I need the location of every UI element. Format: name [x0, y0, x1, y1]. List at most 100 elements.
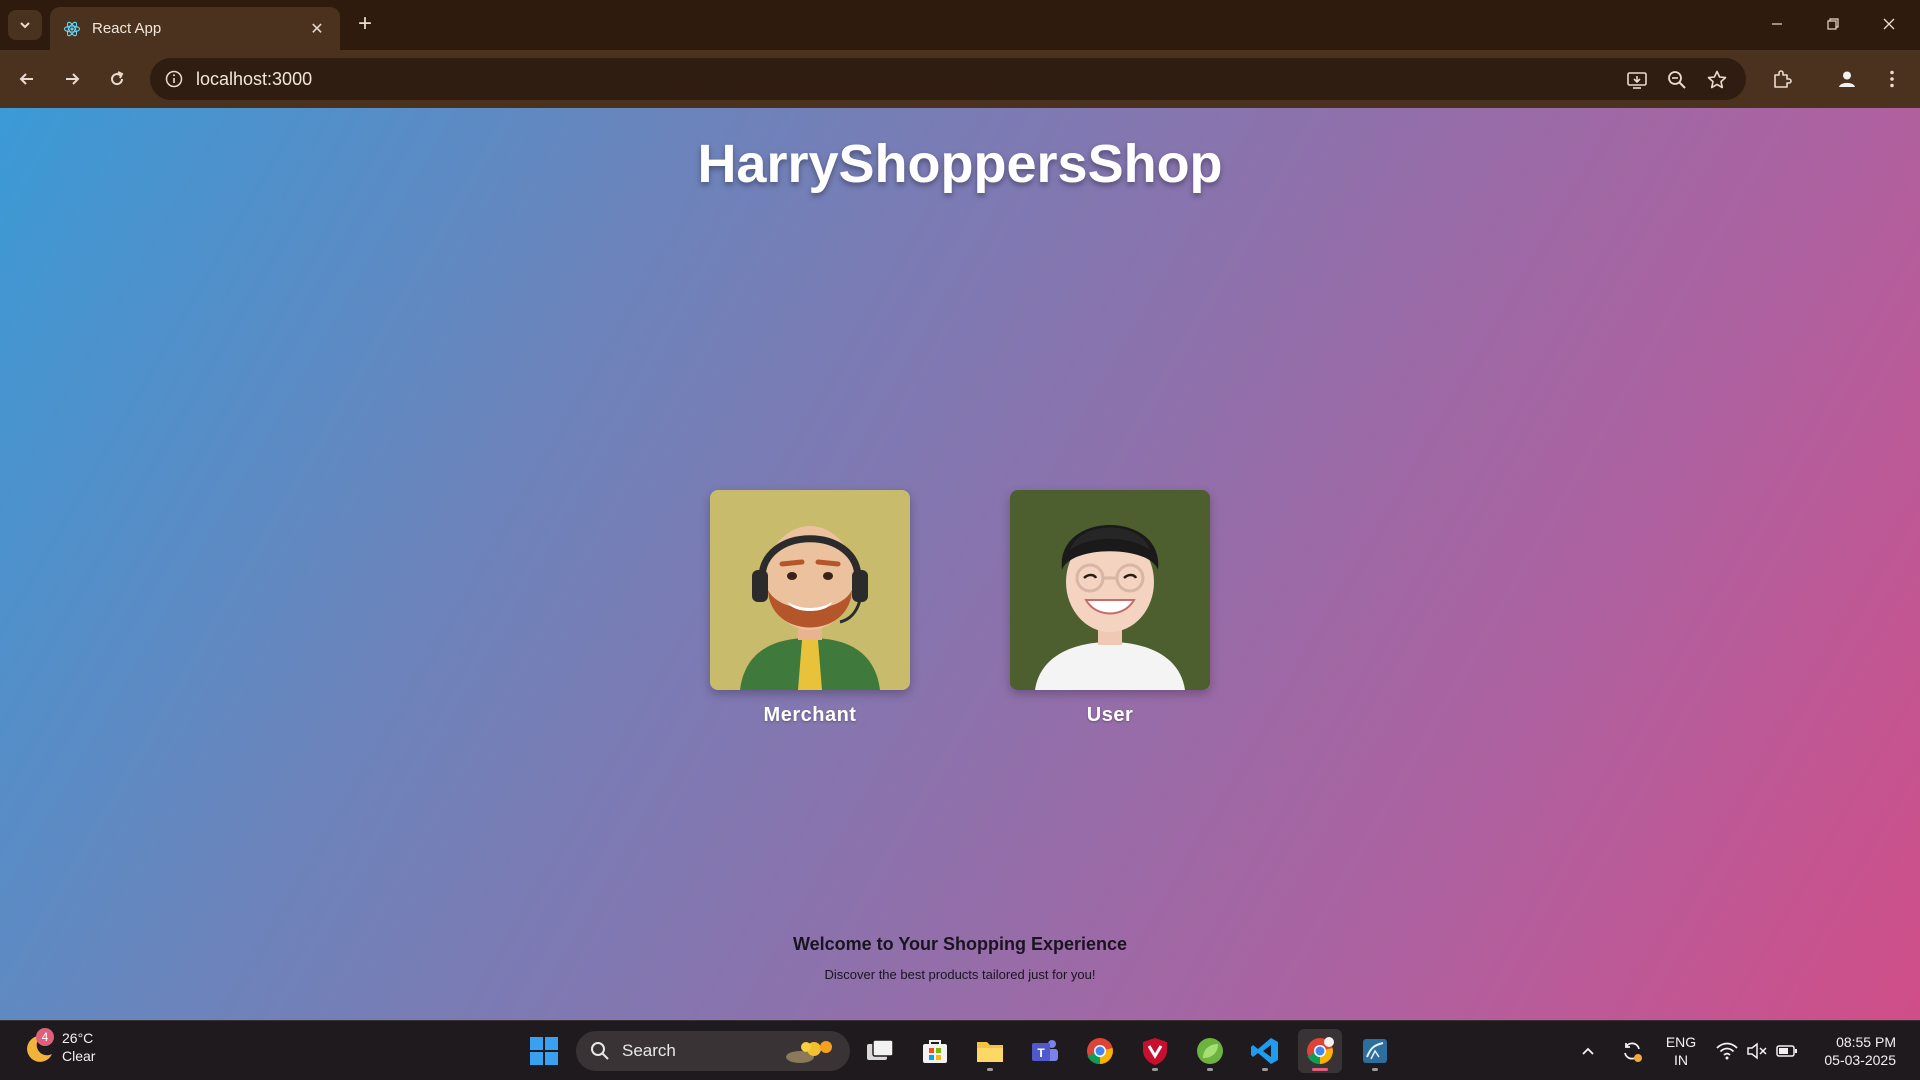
microsoft-store-button[interactable] [913, 1029, 957, 1073]
merchant-avatar-illustration [710, 490, 910, 690]
start-button[interactable] [522, 1029, 566, 1073]
database-tool-icon [1363, 1039, 1387, 1063]
restore-window-button[interactable] [1810, 8, 1856, 40]
user-avatar-illustration [1010, 490, 1210, 690]
page-viewport: HarryShoppersShop Merchant User Welcome … [0, 108, 1920, 1020]
minimize-icon [1772, 23, 1782, 25]
close-icon [1883, 18, 1895, 30]
clock-time: 08:55 PM [1836, 1034, 1896, 1050]
back-button[interactable] [10, 62, 44, 96]
windows-taskbar: 4 26°C Clear Search T ENG IN 08:55 PM 05… [0, 1020, 1920, 1080]
chevron-up-icon [1582, 1047, 1594, 1055]
chrome-profile-button[interactable] [1298, 1029, 1342, 1073]
vscode-button[interactable] [1243, 1029, 1287, 1073]
browser-tab-strip: React App ✕ + [0, 0, 1920, 50]
search-icon [591, 1042, 609, 1060]
folder-icon [977, 1042, 1003, 1062]
task-view-button[interactable] [858, 1029, 902, 1073]
vscode-icon [1251, 1038, 1278, 1064]
taskbar-search[interactable]: Search [576, 1031, 850, 1071]
sync-status-button[interactable] [1620, 1021, 1644, 1080]
weather-temperature: 26°C [62, 1030, 94, 1046]
user-avatar[interactable] [1010, 490, 1210, 690]
running-indicator [1207, 1068, 1213, 1071]
language-indicator[interactable]: ENG IN [1664, 1033, 1698, 1069]
search-label: Search [622, 1041, 676, 1060]
profile-button[interactable] [1830, 62, 1864, 96]
install-app-icon[interactable] [1624, 67, 1650, 93]
search-highlight-icon [786, 1041, 832, 1063]
close-tab-icon[interactable]: ✕ [306, 18, 328, 40]
welcome-heading: Welcome to Your Shopping Experience [792, 934, 1128, 954]
bookmark-star-icon[interactable] [1704, 67, 1730, 93]
spring-tool-button[interactable] [1188, 1029, 1232, 1073]
clock[interactable]: 08:55 PM 05-03-2025 [1812, 1033, 1896, 1069]
zoom-icon[interactable] [1664, 67, 1690, 93]
new-tab-button[interactable]: + [352, 12, 378, 38]
running-indicator [1262, 1068, 1268, 1071]
mcafee-button[interactable] [1133, 1029, 1177, 1073]
tab-search-button[interactable] [8, 10, 42, 40]
restore-icon [1827, 18, 1839, 30]
welcome-subtext: Discover the best products tailored just… [824, 967, 1096, 982]
leaf-icon [1197, 1038, 1223, 1064]
user-card[interactable]: User [1010, 490, 1210, 727]
site-info-icon[interactable] [162, 67, 186, 91]
weather-condition: Clear [62, 1048, 96, 1064]
running-indicator [1152, 1068, 1158, 1071]
merchant-avatar[interactable] [710, 490, 910, 690]
speaker-muted-icon [1747, 1042, 1767, 1060]
profile-icon [1839, 71, 1855, 87]
clock-date: 05-03-2025 [1824, 1052, 1896, 1068]
volume-status[interactable] [1746, 1021, 1768, 1080]
battery-icon [1776, 1045, 1797, 1057]
language-primary: ENG [1665, 1034, 1697, 1050]
language-region: IN [1674, 1052, 1688, 1068]
reload-icon [111, 71, 124, 86]
close-window-button[interactable] [1866, 8, 1912, 40]
task-view-icon [867, 1039, 894, 1060]
wifi-icon [1716, 1042, 1738, 1060]
extensions-button[interactable] [1765, 62, 1799, 96]
store-icon [923, 1040, 947, 1063]
chevron-down-icon [20, 22, 30, 29]
reload-button[interactable] [100, 62, 134, 96]
arrow-left-icon [19, 73, 33, 85]
weather-badge: 4 [36, 1028, 54, 1046]
arrow-right-icon [66, 73, 80, 85]
teams-icon: T [1032, 1040, 1058, 1061]
svg-text:T: T [1037, 1046, 1045, 1060]
forward-button[interactable] [55, 62, 89, 96]
browser-menu-button[interactable] [1875, 62, 1909, 96]
more-vertical-icon [1890, 70, 1894, 88]
battery-status[interactable] [1776, 1021, 1798, 1080]
puzzle-icon [1774, 70, 1792, 88]
file-explorer-button[interactable] [968, 1029, 1012, 1073]
wifi-status[interactable] [1716, 1021, 1738, 1080]
windows-logo-icon [530, 1037, 558, 1065]
teams-button[interactable]: T [1023, 1029, 1067, 1073]
mysql-workbench-button[interactable] [1353, 1029, 1397, 1073]
minimize-window-button[interactable] [1754, 8, 1800, 40]
weather-widget[interactable]: 4 26°C Clear [22, 1028, 96, 1065]
page-title: HarryShoppersShop [697, 134, 1223, 194]
user-label: User [1086, 704, 1134, 726]
shield-icon [1143, 1038, 1167, 1065]
moon-weather-icon: 4 [22, 1028, 56, 1064]
url-text: localhost:3000 [196, 68, 313, 89]
chrome-icon [1087, 1038, 1113, 1065]
merchant-card[interactable]: Merchant [710, 490, 910, 727]
tab-title: React App [92, 20, 162, 37]
browser-toolbar: localhost:3000 [0, 50, 1920, 108]
address-bar[interactable]: localhost:3000 [150, 58, 1746, 100]
show-hidden-icons-button[interactable] [1580, 1021, 1596, 1080]
welcome-section: Welcome to Your Shopping Experience Disc… [0, 934, 1920, 982]
sync-icon [1624, 1042, 1642, 1062]
running-indicator [987, 1068, 993, 1071]
chrome-icon [1307, 1037, 1334, 1065]
chrome-button[interactable] [1078, 1029, 1122, 1073]
running-indicator [1372, 1068, 1378, 1071]
running-indicator [1312, 1068, 1328, 1071]
merchant-label: Merchant [763, 704, 857, 726]
browser-tab[interactable]: React App ✕ [50, 7, 340, 50]
